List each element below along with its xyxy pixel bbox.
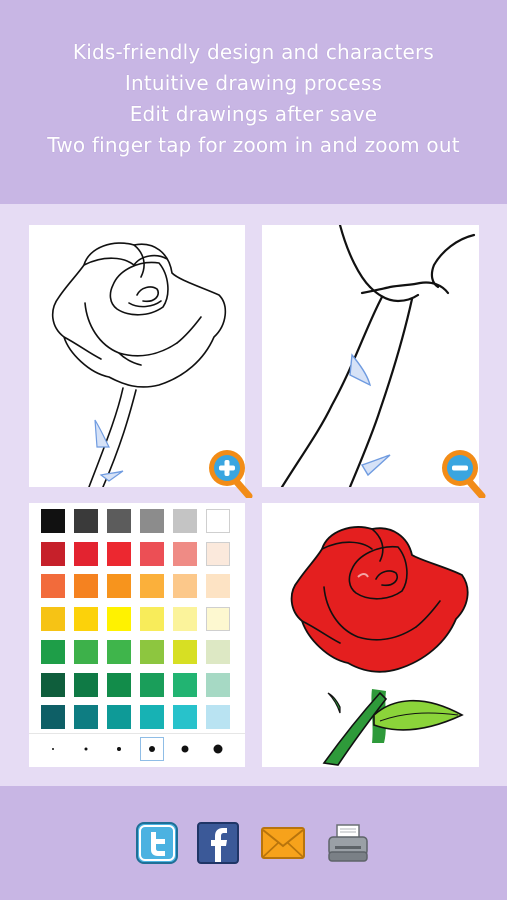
color-swatch[interactable]	[173, 542, 197, 566]
brush-size-option[interactable]	[173, 737, 197, 761]
feature-line-4: Two finger tap for zoom in and zoom out	[47, 133, 460, 157]
brush-size-option-selected[interactable]	[140, 737, 164, 761]
facebook-icon	[197, 822, 239, 864]
color-swatch[interactable]	[74, 509, 98, 533]
header-banner: Kids-friendly design and characters Intu…	[0, 0, 507, 204]
color-swatch[interactable]	[74, 542, 98, 566]
email-icon	[261, 827, 305, 859]
color-swatch[interactable]	[206, 640, 230, 664]
color-swatch[interactable]	[74, 574, 98, 598]
color-swatch[interactable]	[41, 640, 65, 664]
zoom-in-icon	[209, 450, 253, 500]
color-swatch[interactable]	[107, 673, 131, 697]
share-bar	[0, 786, 507, 900]
zoom-in-button[interactable]	[205, 446, 253, 500]
color-swatch[interactable]	[206, 574, 230, 598]
brush-dot	[52, 748, 54, 750]
color-swatch[interactable]	[74, 640, 98, 664]
print-button[interactable]	[326, 822, 368, 864]
color-swatch[interactable]	[173, 673, 197, 697]
color-swatch[interactable]	[140, 640, 164, 664]
color-swatch[interactable]	[206, 607, 230, 631]
color-swatch[interactable]	[107, 640, 131, 664]
facebook-share-button[interactable]	[197, 822, 239, 864]
color-swatch[interactable]	[74, 705, 98, 729]
color-swatch[interactable]	[173, 574, 197, 598]
palette-divider	[29, 733, 245, 734]
color-swatch[interactable]	[41, 509, 65, 533]
color-swatch[interactable]	[140, 574, 164, 598]
color-swatch[interactable]	[173, 509, 197, 533]
color-swatch[interactable]	[206, 542, 230, 566]
brush-dot	[149, 746, 155, 752]
color-swatch[interactable]	[206, 705, 230, 729]
colored-drawing-panel[interactable]	[262, 503, 479, 767]
color-swatch[interactable]	[206, 673, 230, 697]
color-swatch[interactable]	[107, 542, 131, 566]
printer-icon	[328, 824, 368, 862]
brush-size-option[interactable]	[41, 737, 65, 761]
color-swatch[interactable]	[140, 607, 164, 631]
feature-line-3: Edit drawings after save	[129, 102, 378, 126]
color-swatch[interactable]	[206, 509, 230, 533]
zoom-out-icon	[442, 450, 486, 500]
brush-size-option[interactable]	[74, 737, 98, 761]
color-swatch[interactable]	[173, 607, 197, 631]
color-swatch[interactable]	[41, 705, 65, 729]
color-swatch[interactable]	[107, 509, 131, 533]
brush-dot	[84, 747, 88, 751]
zoom-out-button[interactable]	[438, 446, 486, 500]
color-swatch[interactable]	[74, 607, 98, 631]
color-swatch[interactable]	[107, 705, 131, 729]
color-swatch[interactable]	[173, 640, 197, 664]
color-swatch[interactable]	[173, 705, 197, 729]
brush-size-option[interactable]	[206, 737, 230, 761]
color-swatch[interactable]	[41, 574, 65, 598]
color-swatch[interactable]	[107, 607, 131, 631]
color-swatch[interactable]	[107, 574, 131, 598]
feature-line-2: Intuitive drawing process	[124, 71, 383, 95]
color-swatch[interactable]	[41, 607, 65, 631]
brush-dot	[181, 745, 189, 753]
feature-line-1: Kids-friendly design and characters	[72, 40, 435, 64]
brush-dot	[117, 747, 121, 751]
color-swatch[interactable]	[140, 509, 164, 533]
rose-colored-illustration	[290, 526, 469, 766]
email-share-button[interactable]	[260, 822, 305, 864]
twitter-share-button[interactable]	[136, 822, 178, 864]
color-swatch[interactable]	[140, 705, 164, 729]
color-swatch[interactable]	[140, 673, 164, 697]
color-swatch[interactable]	[74, 673, 98, 697]
color-swatch[interactable]	[140, 542, 164, 566]
color-swatch[interactable]	[41, 542, 65, 566]
twitter-icon	[136, 822, 178, 864]
brush-size-option[interactable]	[107, 737, 131, 761]
color-swatch[interactable]	[41, 673, 65, 697]
brush-dot	[213, 744, 223, 754]
